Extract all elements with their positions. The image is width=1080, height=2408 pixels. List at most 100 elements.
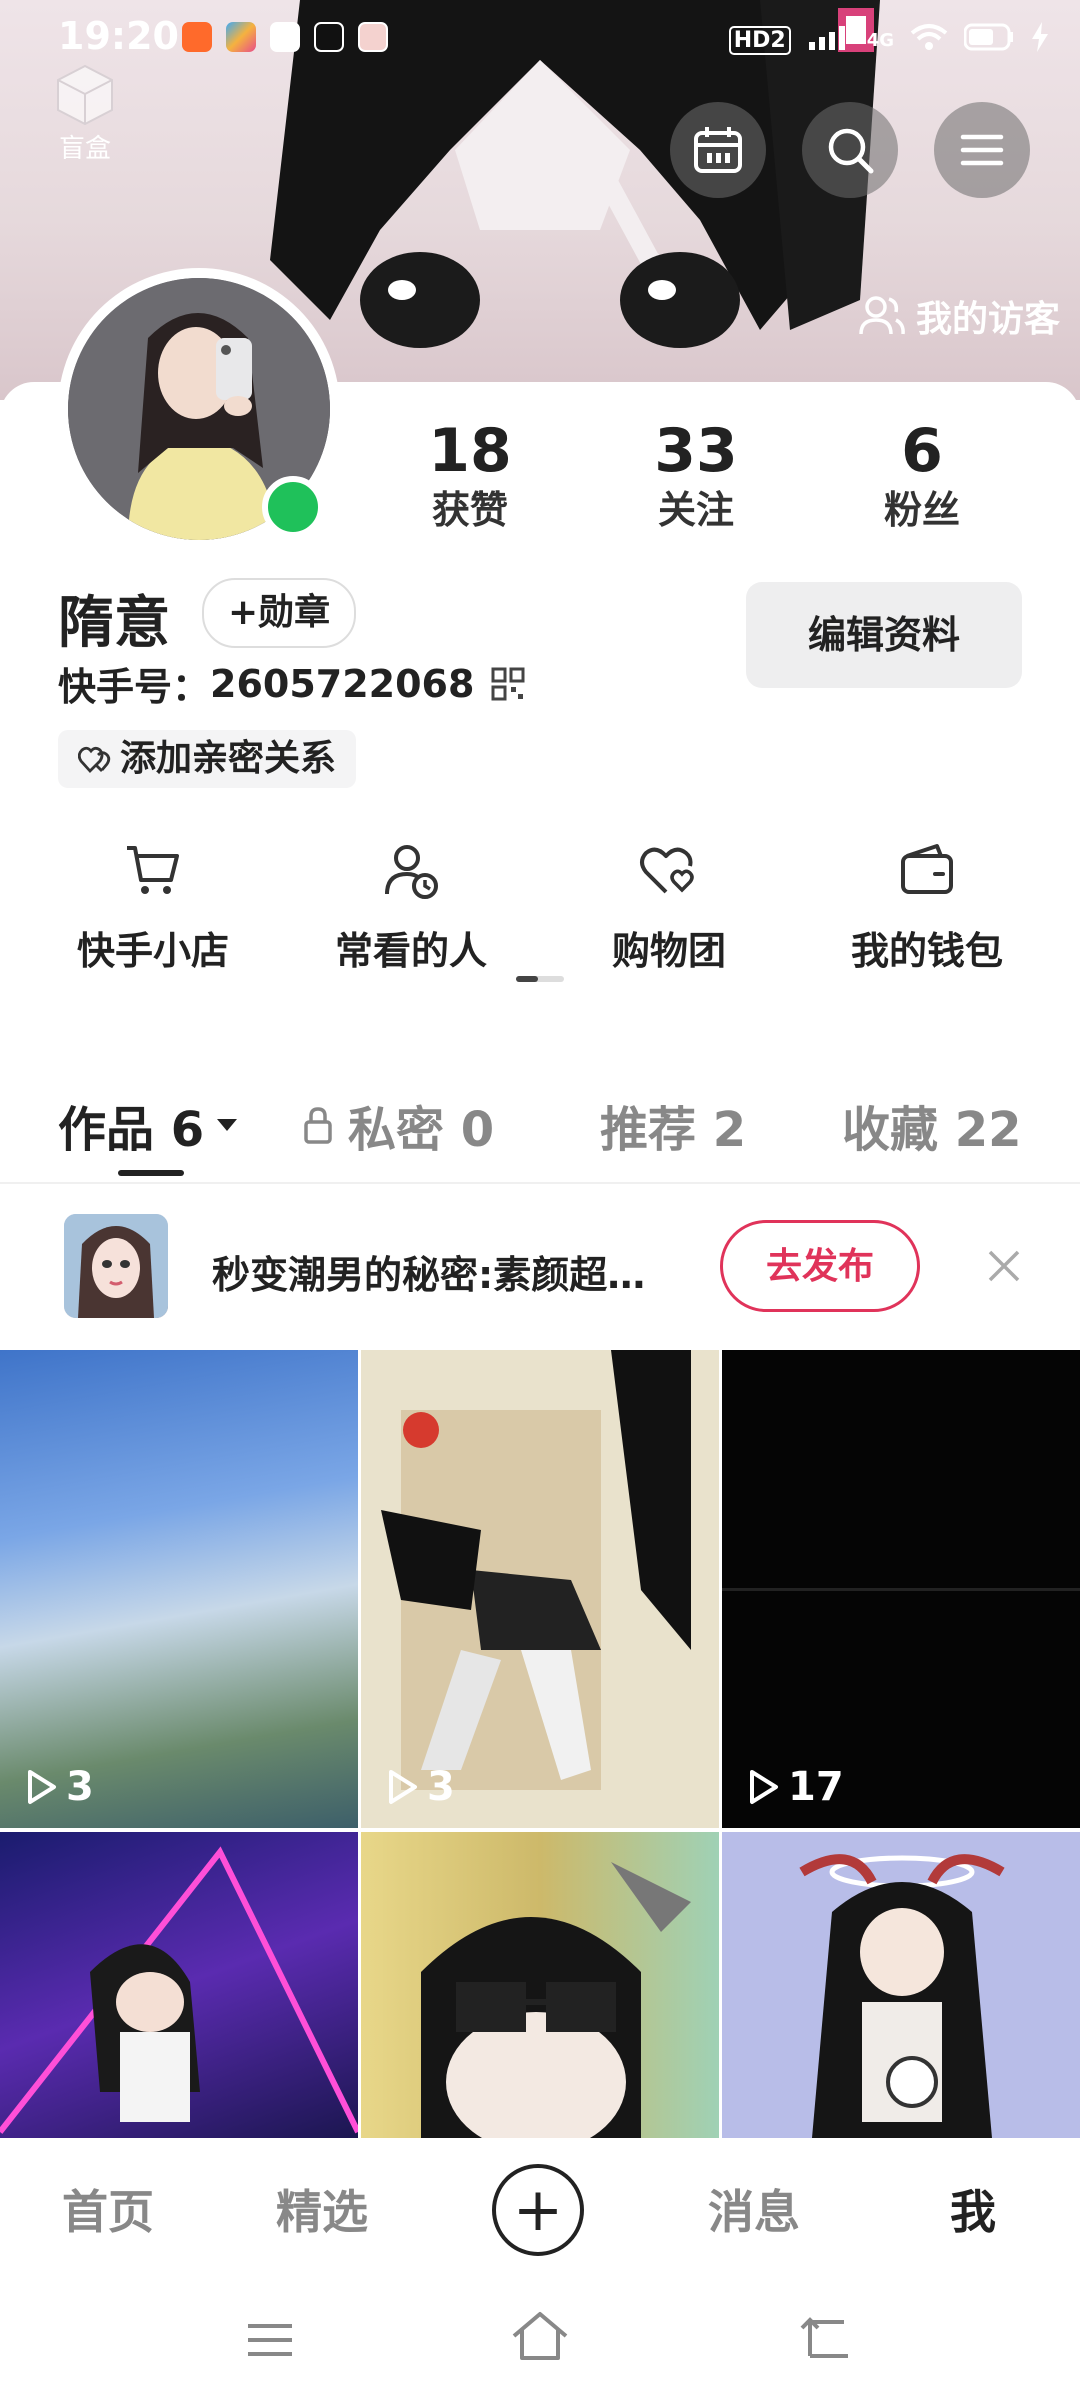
my-visitors-link[interactable]: 我的访客 [858, 290, 1060, 342]
app-icon-colorful [226, 22, 256, 52]
play-count: 3 [387, 1764, 455, 1810]
play-count-value: 3 [427, 1764, 455, 1810]
video-thumbnail[interactable]: 3 [0, 1350, 358, 1828]
nav-home[interactable]: 首页 [62, 2176, 154, 2242]
video-thumbnail[interactable] [722, 1832, 1080, 2138]
character-neon-image [0, 1846, 358, 2134]
tab-works[interactable]: 作品 6 [58, 1090, 240, 1160]
status-bar: 19:20 HD2 4G [0, 0, 1080, 80]
nav-me[interactable]: 我 [950, 2176, 996, 2242]
hd-label: HD2 [728, 25, 791, 55]
profile-name: 隋意 [58, 591, 170, 656]
wallet-icon [901, 844, 953, 894]
add-medal-button[interactable]: +勋章 [202, 578, 357, 648]
notification-icons [182, 22, 388, 52]
video-thumbnail[interactable]: 3 [361, 1350, 719, 1828]
system-status-icons: HD2 4G [728, 22, 1050, 58]
network-type-label: 4G [866, 29, 894, 51]
promo-thumbnail [64, 1214, 168, 1318]
battery-icon [963, 23, 1014, 57]
shortcut-label: 我的钱包 [850, 929, 1003, 973]
video-grid: 3 3 17 [0, 1350, 1080, 2138]
tabs-divider [0, 1182, 1080, 1184]
shortcut-label: 常看的人 [334, 929, 487, 973]
tab-label: 作品 6 [58, 1102, 205, 1158]
character-sunglasses-image [421, 1862, 691, 2138]
tab-private[interactable]: 私密 0 [302, 1090, 494, 1160]
cart-icon [127, 846, 179, 894]
go-publish-button[interactable]: 去发布 [720, 1220, 920, 1312]
stat-following[interactable]: 33 关注 [606, 415, 786, 533]
avatar-notification-icon [358, 22, 388, 52]
shortcut-frequent-people[interactable]: 常看的人 [286, 836, 536, 975]
shortcut-my-wallet[interactable]: 我的钱包 [802, 836, 1052, 975]
play-count: 17 [748, 1764, 844, 1810]
tab-favorites[interactable]: 收藏 22 [842, 1090, 1022, 1160]
wifi-icon [910, 23, 948, 57]
video-thumbnail[interactable]: 17 [722, 1350, 1080, 1828]
play-icon [750, 1770, 778, 1804]
video-thumbnail[interactable] [0, 1832, 358, 2138]
search-button[interactable] [802, 102, 898, 198]
stat-label: 关注 [657, 488, 734, 532]
shortcut-page-indicator [516, 976, 564, 982]
tab-label: 私密 0 [348, 1102, 495, 1158]
play-count-value: 17 [788, 1764, 844, 1810]
menu-button[interactable] [934, 102, 1030, 198]
play-icon [28, 1770, 56, 1804]
add-intimate-relationship-button[interactable]: 添加亲密关系 [58, 730, 357, 788]
tab-recommended[interactable]: 推荐 2 [600, 1090, 746, 1160]
recent-apps-icon[interactable] [246, 2320, 294, 2360]
charging-icon [1030, 22, 1050, 58]
stat-label: 粉丝 [883, 488, 960, 532]
calendar-icon [694, 127, 742, 173]
stat-followers[interactable]: 6 粉丝 [832, 415, 1012, 533]
stat-value: 6 [901, 416, 943, 486]
user-id-label: 快手号： [58, 665, 211, 709]
system-nav-bar [0, 2280, 1080, 2408]
video-thumbnail[interactable] [361, 1832, 719, 2138]
blind-box-label: 盲盒 [58, 134, 111, 164]
search-icon [828, 128, 874, 174]
user-id-value: 2605722068 [210, 661, 475, 706]
nav-featured[interactable]: 精选 [276, 2176, 368, 2242]
stat-likes[interactable]: 18 获赞 [380, 415, 560, 533]
signal-icon [807, 24, 851, 56]
lock-icon [304, 1107, 332, 1144]
box-icon [57, 64, 113, 126]
status-time: 19:20 [58, 14, 179, 58]
visitors-icon [859, 296, 905, 335]
app-icon-orange [182, 22, 212, 52]
stat-label: 获赞 [431, 488, 508, 532]
dancing-character-image [361, 1350, 719, 1828]
shortcut-label: 快手小店 [76, 929, 229, 973]
menu-icon [960, 134, 1004, 166]
mail-icon [270, 22, 300, 52]
shortcut-label: 购物团 [611, 929, 726, 973]
nav-messages[interactable]: 消息 [708, 2176, 800, 2242]
home-icon[interactable] [510, 2310, 570, 2362]
shortcut-kuaishou-shop[interactable]: 快手小店 [28, 836, 278, 975]
play-count-value: 3 [66, 1764, 94, 1810]
online-status-dot [262, 476, 324, 538]
shortcut-shopping-group[interactable]: 购物团 [544, 836, 794, 975]
promo-face-image [64, 1214, 168, 1318]
tiktok-icon [314, 22, 344, 52]
play-icon [389, 1770, 417, 1804]
close-icon[interactable] [986, 1240, 1022, 1296]
stat-value: 18 [428, 416, 512, 486]
edit-profile-button[interactable]: 编辑资料 [746, 582, 1022, 688]
active-tab-indicator [118, 1170, 184, 1176]
hearts-icon [78, 746, 111, 774]
plus-icon: + [512, 2175, 564, 2245]
promo-text: 秒变潮男的秘密:素颜超… [212, 1253, 646, 1297]
visitors-label: 我的访客 [915, 299, 1060, 340]
caret-down-icon [217, 1119, 238, 1131]
person-clock-icon [385, 845, 438, 899]
qr-code-icon[interactable] [490, 666, 526, 702]
intimate-label: 添加亲密关系 [120, 738, 337, 779]
calendar-button[interactable] [670, 102, 766, 198]
back-icon[interactable] [800, 2314, 852, 2360]
create-post-button[interactable]: + [492, 2164, 584, 2256]
blind-box-button[interactable]: 盲盒 [40, 60, 130, 165]
